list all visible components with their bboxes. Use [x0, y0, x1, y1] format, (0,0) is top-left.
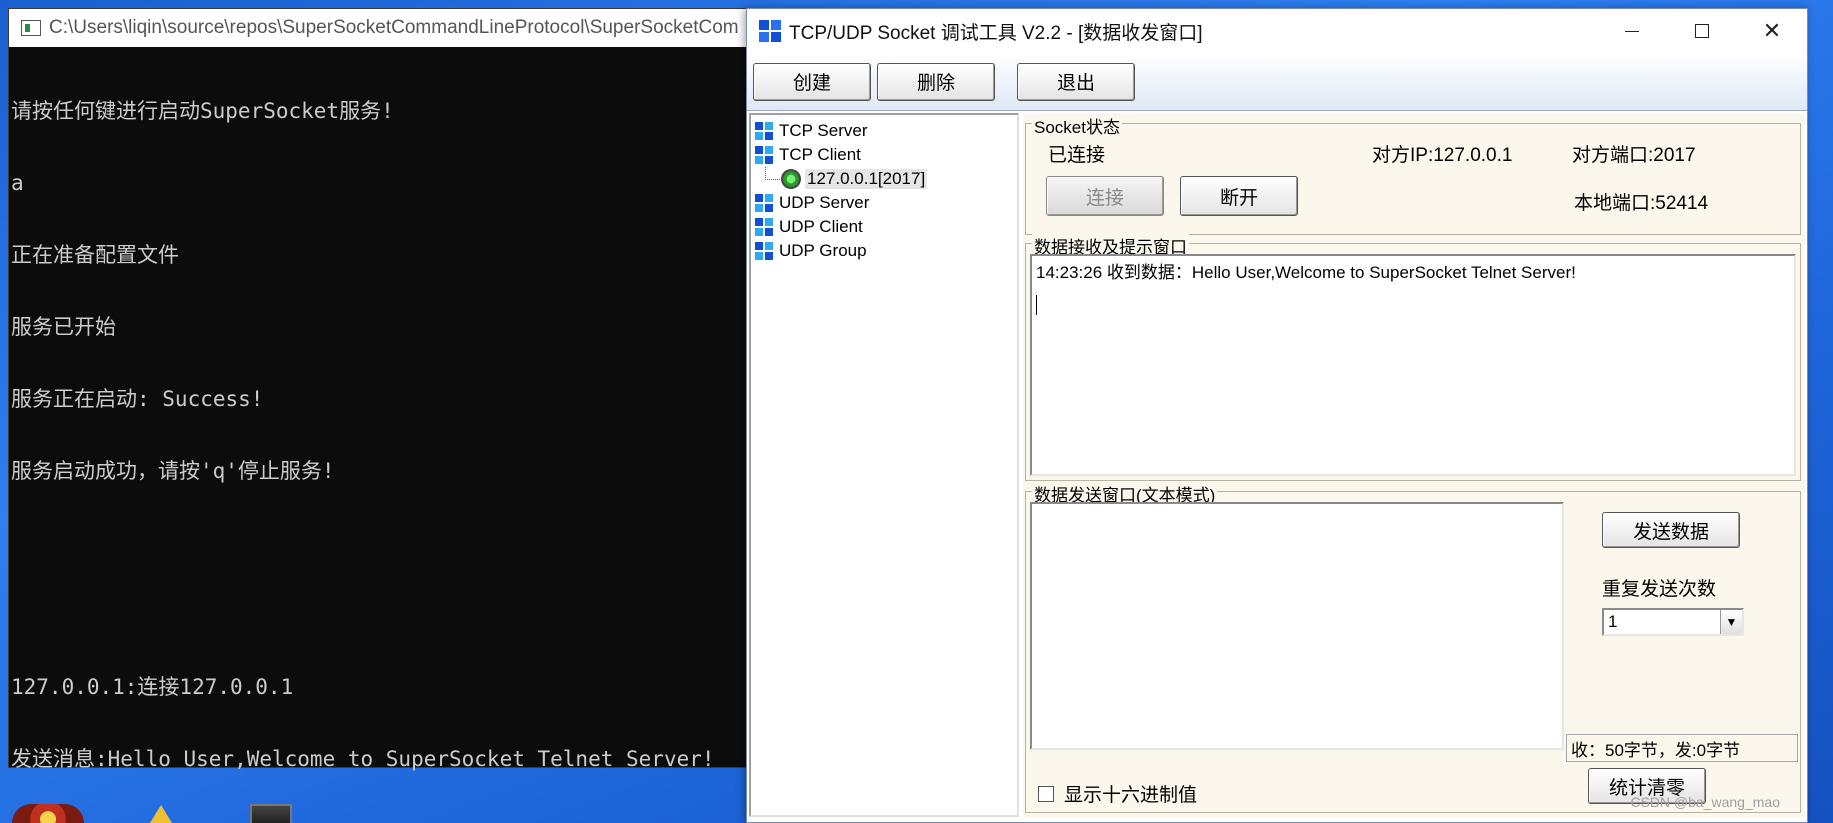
connect-button[interactable]: 连接	[1046, 176, 1164, 216]
socket-status-group: Socket状态 已连接 对方IP:127.0.0.1 对方端口:2017 连接…	[1025, 113, 1801, 235]
tree-item-udp-client[interactable]: UDP Client	[751, 215, 1017, 239]
exit-button[interactable]: 退出	[1017, 62, 1135, 101]
console-app-icon	[21, 20, 41, 36]
desktop-warning-icon[interactable]	[150, 804, 172, 823]
send-data-button[interactable]: 发送数据	[1602, 512, 1740, 548]
dropdown-arrow-icon[interactable]: ▼	[1720, 610, 1742, 634]
console-output: 请按任何键进行启动SuperSocket服务! a 正在准备配置文件 服务已开始…	[9, 47, 767, 823]
repeat-count-value: 1	[1608, 612, 1618, 631]
udp-group-icon	[755, 242, 773, 260]
hex-checkbox[interactable]	[1038, 785, 1054, 802]
console-window: C:\Users\liqin\source\repos\SuperSocketC…	[8, 8, 768, 771]
tree-label: 127.0.0.1[2017]	[805, 169, 928, 189]
hex-toggle[interactable]: 显示十六进制值	[1038, 780, 1197, 807]
console-line: a	[11, 171, 24, 195]
disconnect-button[interactable]: 断开	[1180, 176, 1298, 216]
console-line: 服务启动成功，请按'q'停止服务!	[11, 459, 335, 483]
desktop-app-icon[interactable]	[12, 804, 84, 823]
receive-log-line: 14:23:26 收到数据：Hello User,Welcome to Supe…	[1036, 263, 1576, 282]
socket-tool-window: TCP/UDP Socket 调试工具 V2.2 - [数据收发窗口] ✕ 创建…	[746, 8, 1808, 823]
byte-counter: 收：50字节，发:0字节	[1566, 734, 1798, 762]
text-caret	[1036, 295, 1037, 315]
maximize-button[interactable]	[1667, 9, 1737, 53]
tree-label: UDP Group	[779, 241, 867, 260]
console-titlebar[interactable]: C:\Users\liqin\source\repos\SuperSocketC…	[9, 9, 767, 47]
receive-group: 数据接收及提示窗口 14:23:26 收到数据：Hello User,Welco…	[1025, 233, 1801, 481]
console-line: 正在准备配置文件	[11, 243, 179, 267]
hex-label: 显示十六进制值	[1064, 785, 1198, 806]
send-textarea[interactable]	[1030, 502, 1564, 750]
window-title: TCP/UDP Socket 调试工具 V2.2 - [数据收发窗口]	[789, 22, 1203, 44]
connection-state: 已连接	[1048, 145, 1106, 166]
connected-status-icon	[781, 169, 801, 189]
udp-server-icon	[755, 194, 773, 212]
socket-status-legend: Socket状态	[1032, 113, 1122, 138]
console-line: 服务正在启动: Success!	[11, 387, 264, 411]
console-line: 发送消息:Hello User,Welcome to SuperSocket T…	[11, 747, 715, 771]
receive-textarea[interactable]: 14:23:26 收到数据：Hello User,Welcome to Supe…	[1030, 254, 1796, 476]
repeat-count-select[interactable]: 1 ▼	[1602, 608, 1744, 636]
toolbar: 创建 删除 退出	[747, 53, 1807, 111]
data-panel: Socket状态 已连接 对方IP:127.0.0.1 对方端口:2017 连接…	[1023, 113, 1805, 817]
minimize-icon	[1625, 30, 1639, 32]
tcp-client-icon	[755, 146, 773, 164]
tree-item-tcp-server[interactable]: TCP Server	[751, 119, 1017, 143]
local-port: 本地端口:52414	[1574, 193, 1709, 214]
remote-ip: 对方IP:127.0.0.1	[1372, 145, 1513, 166]
tool-titlebar[interactable]: TCP/UDP Socket 调试工具 V2.2 - [数据收发窗口] ✕	[747, 9, 1807, 53]
create-button[interactable]: 创建	[753, 62, 871, 101]
tree-item-udp-group[interactable]: UDP Group	[751, 239, 1017, 263]
close-button[interactable]: ✕	[1737, 9, 1807, 53]
tree-item-connection[interactable]: 127.0.0.1[2017]	[751, 167, 1017, 191]
console-title: C:\Users\liqin\source\repos\SuperSocketC…	[49, 17, 739, 38]
app-grid-icon	[759, 20, 781, 42]
send-group: 数据发送窗口(文本模式) 发送数据 重复发送次数 1 ▼ 收：50字节，发:0字…	[1025, 481, 1801, 813]
desktop-folder-icon[interactable]	[250, 804, 292, 823]
remote-port: 对方端口:2017	[1572, 145, 1696, 166]
console-line: 请按任何键进行启动SuperSocket服务!	[11, 99, 394, 123]
tree-label: TCP Server	[779, 121, 868, 140]
tree-label: UDP Client	[779, 217, 863, 236]
console-line: 服务已开始	[11, 315, 116, 339]
tcp-server-icon	[755, 122, 773, 140]
tree-label: UDP Server	[779, 193, 870, 212]
delete-button[interactable]: 删除	[877, 62, 995, 101]
minimize-button[interactable]	[1597, 9, 1667, 53]
watermark: CSDN @ba_wang_mao	[1630, 794, 1780, 810]
console-line: 127.0.0.1:连接127.0.0.1	[11, 675, 294, 699]
socket-tree: TCP Server TCP Client 127.0.0.1[2017] UD…	[749, 113, 1019, 817]
repeat-count-label: 重复发送次数	[1602, 579, 1717, 600]
tree-item-udp-server[interactable]: UDP Server	[751, 191, 1017, 215]
maximize-icon	[1695, 24, 1709, 38]
udp-client-icon	[755, 218, 773, 236]
tree-label: TCP Client	[779, 145, 861, 164]
tree-item-tcp-client[interactable]: TCP Client	[751, 143, 1017, 167]
